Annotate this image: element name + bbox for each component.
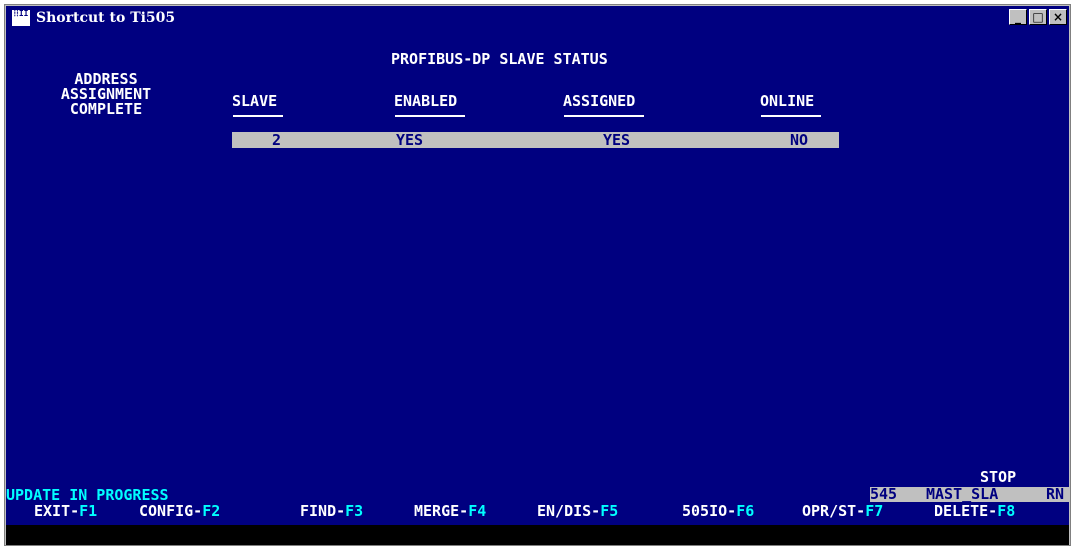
terminal-screen[interactable]: PROFIBUS-DP SLAVE STATUS ADDRESS ASSIGNM… <box>6 29 1069 525</box>
plc-model: 545 <box>870 485 898 503</box>
app-icon[interactable]: ⁞⁞ΙΙ <box>12 9 30 26</box>
cell-online: NO <box>790 131 809 149</box>
key-code: F5 <box>600 502 619 520</box>
exit-key[interactable]: EXIT-F1 <box>34 503 97 519</box>
key-code: F3 <box>345 502 364 520</box>
merge-key[interactable]: MERGE-F4 <box>414 503 486 519</box>
plc-info-bar: 545 MAST_SLA RN <box>870 487 1069 502</box>
key-label: DELETE- <box>934 502 998 520</box>
column-header-enabled: ENABLED <box>394 92 458 110</box>
505io-key[interactable]: 505IO-F6 <box>682 503 754 519</box>
maximize-button[interactable]: □ <box>1029 9 1047 25</box>
minimize-button[interactable]: _ <box>1009 9 1027 25</box>
column-header-slave: SLAVE <box>232 92 278 110</box>
key-label: 505IO- <box>682 502 737 520</box>
key-label: MERGE- <box>414 502 469 520</box>
key-code: F8 <box>997 502 1016 520</box>
mode-indicator: STOP <box>980 468 1017 486</box>
close-button[interactable]: × <box>1049 9 1067 25</box>
column-underline <box>395 115 465 117</box>
column-header-online: ONLINE <box>760 92 815 110</box>
column-underline <box>564 115 644 117</box>
key-code: F6 <box>736 502 755 520</box>
title-bar[interactable]: ⁞⁞ΙΙ Shortcut to Ti505 _ □ × <box>6 6 1069 29</box>
column-header-assigned: ASSIGNED <box>563 92 636 110</box>
column-underline <box>233 115 283 117</box>
status-message: UPDATE IN PROGRESS <box>6 486 169 504</box>
cell-slave: 2 <box>272 131 282 149</box>
window-status-bar <box>6 525 1069 545</box>
page-title: PROFIBUS-DP SLAVE STATUS <box>391 50 608 68</box>
config-key[interactable]: CONFIG-F2 <box>139 503 220 519</box>
en-dis-key[interactable]: EN/DIS-F5 <box>537 503 618 519</box>
program-name: MAST_SLA <box>926 485 999 503</box>
run-indicator: RN <box>1046 485 1065 503</box>
terminal-window: ⁞⁞ΙΙ Shortcut to Ti505 _ □ × PROFIBUS-DP… <box>4 4 1071 546</box>
key-code: F7 <box>865 502 884 520</box>
key-label: OPR/ST- <box>802 502 866 520</box>
key-code: F4 <box>468 502 487 520</box>
key-label: EN/DIS- <box>537 502 601 520</box>
address-label-line-3: COMPLETE <box>69 100 143 118</box>
opr-st-key[interactable]: OPR/ST-F7 <box>802 503 883 519</box>
cell-enabled: YES <box>396 131 424 149</box>
table-row[interactable]: 2 YES YES NO <box>232 132 839 148</box>
window-title: Shortcut to Ti505 <box>36 9 176 26</box>
key-code: F1 <box>79 502 98 520</box>
key-label: FIND- <box>300 502 346 520</box>
find-key[interactable]: FIND-F3 <box>300 503 363 519</box>
key-code: F2 <box>202 502 221 520</box>
key-label: EXIT- <box>34 502 80 520</box>
cell-assigned: YES <box>603 131 631 149</box>
delete-key[interactable]: DELETE-F8 <box>934 503 1015 519</box>
key-label: CONFIG- <box>139 502 203 520</box>
column-underline <box>761 115 821 117</box>
